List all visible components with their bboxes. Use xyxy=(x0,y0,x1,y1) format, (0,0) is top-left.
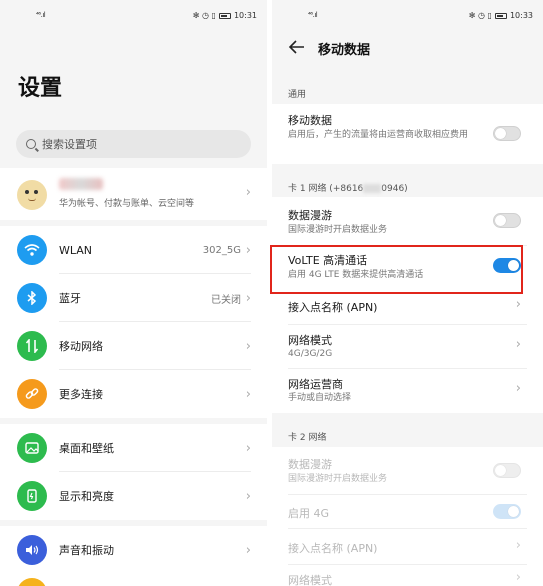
connectivity-group: WLAN 302_5G › 蓝牙 已关闭 › 移动网络 › 更多连接 › xyxy=(0,226,267,418)
sound-icon xyxy=(17,535,47,565)
settings-item-mobile-network[interactable]: 移动网络 › xyxy=(0,322,267,370)
settings-item-wlan[interactable]: WLAN 302_5G › xyxy=(0,226,267,274)
enable-4g-toggle[interactable] xyxy=(493,504,521,519)
chevron-right-icon: › xyxy=(245,242,251,258)
row-description: 4G/3G/2G xyxy=(288,349,333,359)
row-description: 国际漫游时开启数据业务 xyxy=(288,474,388,484)
sound-group: 声音和振动 › xyxy=(0,526,267,586)
chevron-right-icon: › xyxy=(245,542,251,558)
sim1-network-mode-row[interactable]: 网络模式 4G/3G/2G › xyxy=(272,325,543,369)
account-name-redacted xyxy=(59,178,103,190)
row-title: 移动数据 xyxy=(288,114,332,127)
battery-icon xyxy=(218,12,231,19)
bluetooth-icon xyxy=(17,283,47,313)
sim2-network-mode-row[interactable]: 网络模式 › xyxy=(272,565,543,586)
search-icon xyxy=(26,139,36,149)
battery-icon xyxy=(494,12,507,19)
signal-indicator: ⁴⁶.ıl xyxy=(36,11,46,19)
row-description: 国际漫游时开启数据业务 xyxy=(288,225,388,235)
chevron-right-icon: › xyxy=(245,488,251,504)
section-header-sim2: 卡 2 网络 xyxy=(288,433,327,443)
chevron-right-icon: › xyxy=(515,538,521,553)
settings-item-display[interactable]: 显示和亮度 › xyxy=(0,472,267,520)
settings-item-wallpaper[interactable]: 桌面和壁纸 › xyxy=(0,424,267,472)
wifi-icon xyxy=(17,235,47,265)
page-title: 移动数据 xyxy=(318,43,371,58)
sim1-roaming-row[interactable]: 数据漫游 国际漫游时开启数据业务 xyxy=(272,197,543,246)
row-title: 网络运营商 xyxy=(288,378,343,391)
row-title: 接入点名称 (APN) xyxy=(288,542,378,555)
sim2-roaming-row[interactable]: 数据漫游 国际漫游时开启数据业务 xyxy=(272,447,543,495)
row-title: 启用 4G xyxy=(288,507,330,520)
chevron-right-icon: › xyxy=(245,386,251,402)
volte-highlight-box xyxy=(270,245,523,294)
settings-screen: ⁴⁶.ıl ✻ ◷ ▯ 10:31 设置 搜索设置项 华为帐号、付款与账单、云空… xyxy=(0,0,267,586)
row-title: 数据漫游 xyxy=(288,458,332,471)
settings-item-value: 302_5G xyxy=(202,244,241,256)
chevron-right-icon: › xyxy=(245,338,251,354)
roaming-toggle[interactable] xyxy=(493,213,521,228)
sim2-enable-4g-row[interactable]: 启用 4G xyxy=(272,495,543,529)
chevron-right-icon: › xyxy=(245,290,251,306)
page-title: 设置 xyxy=(18,76,63,101)
mobile-data-toggle[interactable] xyxy=(493,126,521,141)
link-icon xyxy=(17,379,47,409)
avatar xyxy=(17,180,47,210)
status-bar: ⁴⁶.ıl ✻ ◷ ▯ 10:31 xyxy=(0,0,267,30)
wallpaper-icon xyxy=(17,433,47,463)
chevron-right-icon: › xyxy=(515,570,521,585)
status-icons: ✻ ◷ ▯ xyxy=(468,11,492,20)
section-header-general: 通用 xyxy=(288,90,307,100)
settings-item-more-connections[interactable]: 更多连接 › xyxy=(0,370,267,418)
account-subtitle: 华为帐号、付款与账单、云空间等 xyxy=(59,199,195,209)
sim2-apn-row[interactable]: 接入点名称 (APN) › xyxy=(272,529,543,565)
chevron-right-icon: › xyxy=(515,337,521,352)
status-icons: ✻ ◷ ▯ xyxy=(192,11,216,20)
settings-item-bluetooth[interactable]: 蓝牙 已关闭 › xyxy=(0,274,267,322)
chevron-right-icon: › xyxy=(245,185,251,200)
settings-item-label: 显示和亮度 xyxy=(59,490,114,503)
search-placeholder: 搜索设置项 xyxy=(42,138,97,151)
chevron-right-icon: › xyxy=(245,440,251,456)
chevron-right-icon: › xyxy=(515,381,521,396)
settings-item-value: 已关闭 xyxy=(211,294,241,306)
status-time: 10:31 xyxy=(233,11,257,20)
top-app-bar: 移动数据 xyxy=(272,30,543,68)
search-input[interactable]: 搜索设置项 xyxy=(16,130,251,158)
sim2-roaming-toggle[interactable] xyxy=(493,463,521,478)
next-item-icon-partial xyxy=(17,578,47,586)
back-arrow-icon[interactable] xyxy=(288,38,306,56)
row-title: 数据漫游 xyxy=(288,209,332,222)
display-group: 桌面和壁纸 › 显示和亮度 › xyxy=(0,424,267,520)
row-title: 接入点名称 (APN) xyxy=(288,301,378,314)
row-title: 网络模式 xyxy=(288,574,332,586)
settings-item-sound[interactable]: 声音和振动 › xyxy=(0,526,267,574)
mobile-network-icon xyxy=(17,331,47,361)
sim1-carrier-row[interactable]: 网络运营商 手动或自动选择 › xyxy=(272,369,543,413)
sim1-header-suffix: 0946) xyxy=(381,184,408,194)
row-title: 网络模式 xyxy=(288,334,332,347)
chevron-right-icon: › xyxy=(515,297,521,312)
section-header-sim1: 卡 1 网络 (+8616 0946) xyxy=(288,181,408,194)
row-description: 手动或自动选择 xyxy=(288,393,352,403)
mobile-data-row[interactable]: 移动数据 启用后，产生的流量将由运营商收取相应费用 xyxy=(272,104,543,164)
account-row[interactable]: 华为帐号、付款与账单、云空间等 › xyxy=(0,168,267,220)
sim1-header-prefix: 卡 1 网络 (+8616 xyxy=(288,184,364,194)
row-description: 启用后，产生的流量将由运营商收取相应费用 xyxy=(288,130,469,140)
settings-item-label: 声音和振动 xyxy=(59,544,114,557)
signal-indicator: ⁴⁶.ıl xyxy=(308,11,318,19)
phone-number-redacted xyxy=(363,184,382,193)
settings-item-label: 蓝牙 xyxy=(59,292,81,305)
status-time: 10:33 xyxy=(509,11,533,20)
display-icon xyxy=(17,481,47,511)
sim1-apn-row[interactable]: 接入点名称 (APN) › xyxy=(272,295,543,325)
settings-item-label: 桌面和壁纸 xyxy=(59,442,114,455)
status-bar: ⁴⁶.ıl ✻ ◷ ▯ 10:33 xyxy=(272,0,543,30)
settings-item-label: 更多连接 xyxy=(59,388,103,401)
settings-item-label: WLAN xyxy=(59,243,93,257)
settings-item-label: 移动网络 xyxy=(59,340,103,353)
